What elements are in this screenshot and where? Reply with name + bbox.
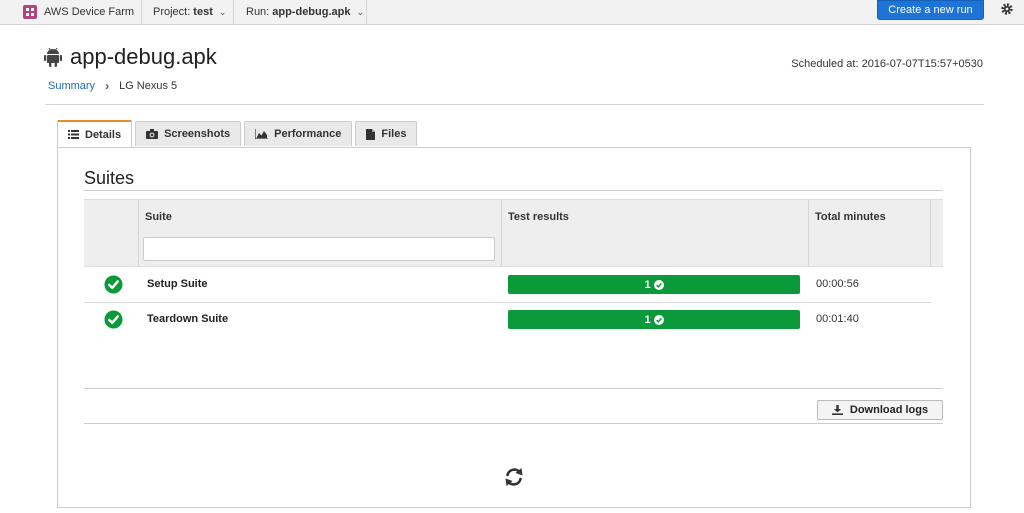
divider: [84, 423, 943, 424]
tab-screenshots-label: Screenshots: [164, 128, 231, 140]
check-circle-icon: [104, 310, 123, 329]
device-farm-logo-icon: [23, 5, 37, 19]
total-minutes: 00:01:40: [816, 313, 859, 325]
test-results-bar: 1: [508, 275, 800, 294]
breadcrumb-summary-link[interactable]: Summary: [48, 80, 95, 92]
gear-icon[interactable]: [1000, 2, 1014, 16]
chevron-down-icon: ⌄: [356, 6, 365, 17]
app-name: AWS Device Farm: [44, 6, 135, 18]
camera-icon: [146, 129, 159, 139]
suite-name: Teardown Suite: [147, 313, 229, 325]
column-total-minutes[interactable]: Total minutes: [808, 200, 930, 266]
download-logs-button[interactable]: Download logs: [817, 400, 943, 420]
total-minutes: 00:00:56: [816, 278, 859, 290]
page-header: app-debug.apk: [44, 44, 217, 70]
tab-details[interactable]: Details: [57, 120, 133, 147]
tab-files-label: Files: [381, 128, 407, 140]
passed-count: 1: [644, 278, 651, 291]
refresh-icon[interactable]: [503, 466, 525, 488]
table-row[interactable]: Teardown Suite 1 00:01:40: [84, 302, 931, 337]
file-icon: [366, 128, 376, 140]
scheduled-time: Scheduled at: 2016-07-07T15:57+0530: [791, 58, 983, 70]
project-prefix: Project:: [153, 6, 191, 18]
divider: [84, 190, 943, 191]
tab-details-label: Details: [85, 128, 122, 141]
suites-heading: Suites: [84, 168, 135, 188]
divider: [84, 388, 943, 389]
run-prefix: Run:: [246, 6, 270, 18]
test-results-bar: 1: [508, 310, 800, 329]
tab-performance[interactable]: Performance: [244, 121, 353, 146]
suite-filter-input[interactable]: [143, 237, 495, 261]
table-row[interactable]: Setup Suite 1 00:00:56: [84, 267, 931, 303]
run-value: app-debug.apk: [272, 6, 351, 18]
list-icon: [68, 130, 79, 139]
check-circle-icon: [653, 279, 664, 290]
passed-count: 1: [644, 313, 651, 326]
android-icon: [44, 47, 62, 67]
column-spacer: [930, 200, 943, 266]
column-status: [84, 200, 138, 266]
tab-performance-label: Performance: [274, 128, 342, 140]
column-results-label: Test results: [508, 211, 569, 223]
check-circle-icon: [104, 275, 123, 294]
tab-files[interactable]: Files: [355, 121, 418, 146]
tab-screenshots[interactable]: Screenshots: [135, 121, 242, 146]
divider: [45, 104, 984, 105]
app-home-link[interactable]: AWS Device Farm: [0, 0, 142, 24]
run-dropdown[interactable]: Run: app-debug.apk ⌄: [234, 0, 367, 24]
tab-bar: Details Screenshots Performance Files: [57, 120, 420, 147]
suite-name: Setup Suite: [147, 278, 208, 290]
create-new-run-button[interactable]: Create a new run: [877, 0, 984, 20]
breadcrumb-device: LG Nexus 5: [119, 80, 178, 92]
check-circle-icon: [653, 314, 664, 325]
top-nav-bar: AWS Device Farm Project: test ⌄ Run: app…: [0, 0, 1024, 25]
column-suite-label: Suite: [145, 211, 172, 223]
project-value: test: [193, 6, 213, 18]
chevron-down-icon: ⌄: [218, 6, 227, 17]
download-icon: [831, 405, 843, 415]
chevron-right-icon: ›: [105, 79, 110, 93]
page-title: app-debug.apk: [70, 44, 217, 69]
area-chart-icon: [255, 129, 269, 139]
project-dropdown[interactable]: Project: test ⌄: [141, 0, 234, 24]
column-test-results[interactable]: Test results: [501, 200, 808, 266]
download-logs-label: Download logs: [849, 404, 929, 416]
column-minutes-label: Total minutes: [815, 211, 886, 223]
breadcrumb: Summary › LG Nexus 5: [48, 79, 177, 93]
